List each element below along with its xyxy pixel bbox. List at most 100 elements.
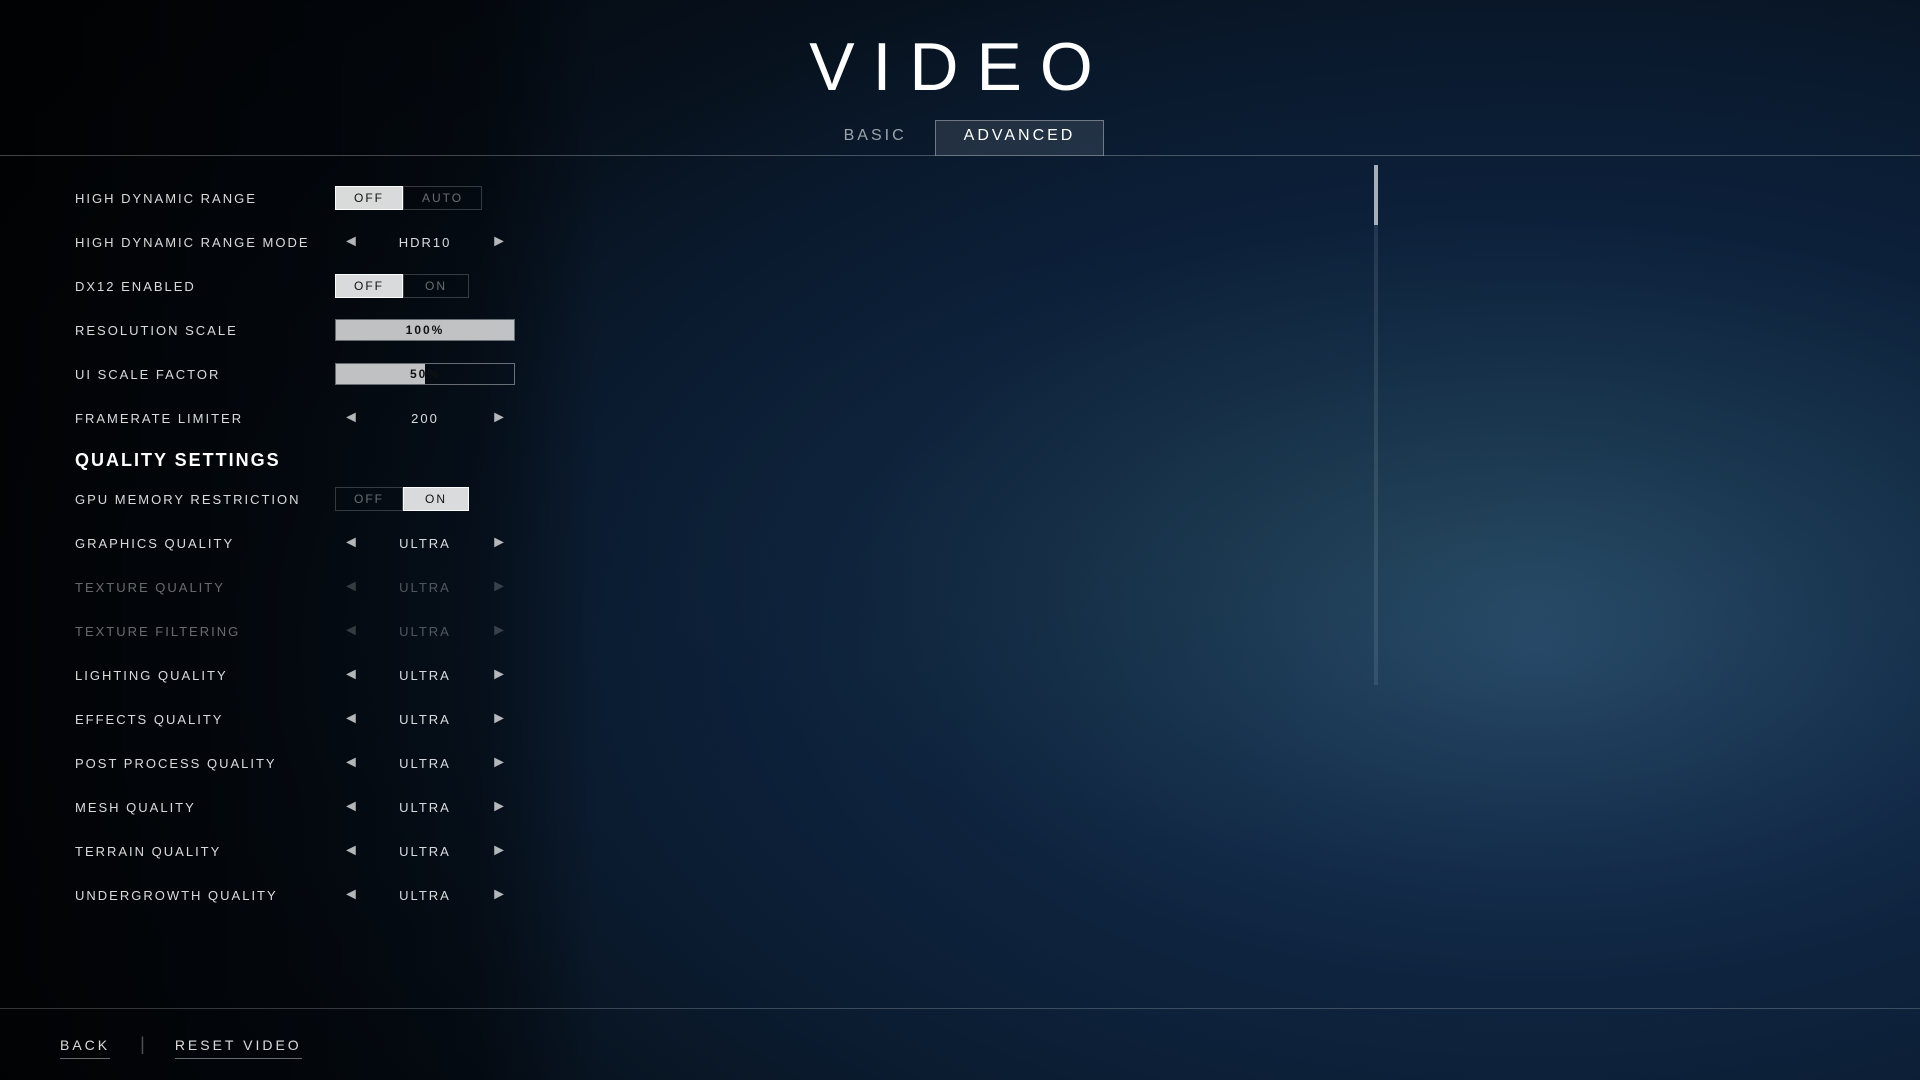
hdr-control: OFF AUTO	[335, 186, 510, 210]
hdr-mode-label: HIGH DYNAMIC RANGE MODE	[75, 235, 335, 250]
setting-undergrowth-quality: UNDERGROWTH QUALITY ◄ ULTRA ►	[75, 873, 510, 917]
effects-quality-selector: ◄ ULTRA ►	[335, 707, 515, 731]
terrain-quality-prev-button[interactable]: ◄	[335, 839, 367, 863]
post-process-quality-label: POST PROCESS QUALITY	[75, 756, 335, 771]
reset-video-button[interactable]: RESET VIDEO	[175, 1031, 302, 1059]
tab-basic[interactable]: BASIC	[816, 121, 935, 155]
setting-hdr: HIGH DYNAMIC RANGE OFF AUTO	[75, 176, 510, 220]
post-process-quality-selector: ◄ ULTRA ►	[335, 751, 515, 775]
gpu-memory-on-button[interactable]: ON	[403, 487, 469, 511]
graphics-quality-next-button[interactable]: ►	[483, 531, 515, 555]
mesh-quality-next-button[interactable]: ►	[483, 795, 515, 819]
undergrowth-quality-control: ◄ ULTRA ►	[335, 883, 515, 907]
setting-post-process-quality: POST PROCESS QUALITY ◄ ULTRA ►	[75, 741, 510, 785]
graphics-quality-label: GRAPHICS QUALITY	[75, 536, 335, 551]
texture-quality-label: TEXTURE QUALITY	[75, 580, 335, 595]
resolution-scale-slider[interactable]: 100%	[335, 319, 515, 341]
graphics-quality-control: ◄ ULTRA ►	[335, 531, 515, 555]
bottom-separator: |	[140, 1034, 145, 1055]
hdr-mode-selector: ◄ HDR10 ►	[335, 230, 515, 254]
setting-framerate-limiter: FRAMERATE LIMITER ◄ 200 ►	[75, 396, 510, 440]
terrain-quality-value: ULTRA	[367, 844, 483, 859]
setting-ui-scale: UI SCALE FACTOR 50%	[75, 352, 510, 396]
terrain-quality-selector: ◄ ULTRA ►	[335, 839, 515, 863]
lighting-quality-selector: ◄ ULTRA ►	[335, 663, 515, 687]
texture-filtering-selector: ◄ ULTRA ►	[335, 619, 515, 643]
setting-texture-quality: TEXTURE QUALITY ◄ ULTRA ►	[75, 565, 510, 609]
texture-filtering-prev-button[interactable]: ◄	[335, 619, 367, 643]
mesh-quality-value: ULTRA	[367, 800, 483, 815]
post-process-quality-value: ULTRA	[367, 756, 483, 771]
resolution-scale-label: RESOLUTION SCALE	[75, 323, 335, 338]
gpu-memory-control: OFF ON	[335, 487, 510, 511]
setting-resolution-scale: RESOLUTION SCALE 100%	[75, 308, 510, 352]
texture-filtering-value: ULTRA	[367, 624, 483, 639]
quality-settings-heading: QUALITY SETTINGS	[75, 440, 510, 477]
framerate-limiter-next-button[interactable]: ►	[483, 406, 515, 430]
undergrowth-quality-next-button[interactable]: ►	[483, 883, 515, 907]
texture-quality-prev-button[interactable]: ◄	[335, 575, 367, 599]
tab-advanced[interactable]: ADVANCED	[935, 120, 1105, 156]
header: VIDEO	[0, 0, 1920, 116]
gpu-memory-off-button[interactable]: OFF	[335, 487, 403, 511]
hdr-mode-value: HDR10	[367, 235, 483, 250]
ui-scale-value: 50%	[336, 367, 514, 381]
lighting-quality-control: ◄ ULTRA ►	[335, 663, 515, 687]
setting-terrain-quality: TERRAIN QUALITY ◄ ULTRA ►	[75, 829, 510, 873]
back-button[interactable]: BACK	[60, 1031, 110, 1059]
texture-quality-control: ◄ ULTRA ►	[335, 575, 515, 599]
post-process-quality-next-button[interactable]: ►	[483, 751, 515, 775]
page-title: VIDEO	[0, 28, 1920, 106]
undergrowth-quality-prev-button[interactable]: ◄	[335, 883, 367, 907]
setting-texture-filtering: TEXTURE FILTERING ◄ ULTRA ►	[75, 609, 510, 653]
lighting-quality-next-button[interactable]: ►	[483, 663, 515, 687]
framerate-limiter-value: 200	[367, 411, 483, 426]
scrollbar-thumb[interactable]	[1374, 165, 1378, 225]
texture-quality-next-button[interactable]: ►	[483, 575, 515, 599]
ui-scale-control: 50%	[335, 363, 515, 385]
ui-scale-label: UI SCALE FACTOR	[75, 367, 335, 382]
dx12-control: OFF ON	[335, 274, 510, 298]
gpu-memory-label: GPU MEMORY RESTRICTION	[75, 492, 335, 507]
texture-quality-selector: ◄ ULTRA ►	[335, 575, 515, 599]
hdr-label: HIGH DYNAMIC RANGE	[75, 191, 335, 206]
effects-quality-label: EFFECTS QUALITY	[75, 712, 335, 727]
texture-filtering-next-button[interactable]: ►	[483, 619, 515, 643]
lighting-quality-prev-button[interactable]: ◄	[335, 663, 367, 687]
setting-lighting-quality: LIGHTING QUALITY ◄ ULTRA ►	[75, 653, 510, 697]
graphics-quality-prev-button[interactable]: ◄	[335, 531, 367, 555]
terrain-quality-next-button[interactable]: ►	[483, 839, 515, 863]
hdr-off-button[interactable]: OFF	[335, 186, 403, 210]
resolution-scale-control: 100%	[335, 319, 515, 341]
effects-quality-next-button[interactable]: ►	[483, 707, 515, 731]
resolution-scale-value: 100%	[336, 323, 514, 337]
dx12-on-button[interactable]: ON	[403, 274, 469, 298]
graphics-quality-selector: ◄ ULTRA ►	[335, 531, 515, 555]
framerate-limiter-label: FRAMERATE LIMITER	[75, 411, 335, 426]
hdr-mode-prev-button[interactable]: ◄	[335, 230, 367, 254]
dx12-off-button[interactable]: OFF	[335, 274, 403, 298]
post-process-quality-prev-button[interactable]: ◄	[335, 751, 367, 775]
setting-gpu-memory: GPU MEMORY RESTRICTION OFF ON	[75, 477, 510, 521]
framerate-limiter-prev-button[interactable]: ◄	[335, 406, 367, 430]
terrain-quality-control: ◄ ULTRA ►	[335, 839, 515, 863]
texture-filtering-label: TEXTURE FILTERING	[75, 624, 335, 639]
texture-filtering-control: ◄ ULTRA ►	[335, 619, 515, 643]
ui-scale-slider[interactable]: 50%	[335, 363, 515, 385]
hdr-auto-button[interactable]: AUTO	[403, 186, 482, 210]
texture-quality-value: ULTRA	[367, 580, 483, 595]
framerate-limiter-selector: ◄ 200 ►	[335, 406, 515, 430]
setting-hdr-mode: HIGH DYNAMIC RANGE MODE ◄ HDR10 ►	[75, 220, 510, 264]
gpu-memory-toggle: OFF ON	[335, 487, 469, 511]
mesh-quality-prev-button[interactable]: ◄	[335, 795, 367, 819]
undergrowth-quality-value: ULTRA	[367, 888, 483, 903]
effects-quality-value: ULTRA	[367, 712, 483, 727]
mesh-quality-control: ◄ ULTRA ►	[335, 795, 515, 819]
scrollbar[interactable]	[1374, 165, 1378, 685]
hdr-mode-next-button[interactable]: ►	[483, 230, 515, 254]
hdr-toggle: OFF AUTO	[335, 186, 482, 210]
mesh-quality-selector: ◄ ULTRA ►	[335, 795, 515, 819]
undergrowth-quality-label: UNDERGROWTH QUALITY	[75, 888, 335, 903]
setting-dx12: DX12 ENABLED OFF ON	[75, 264, 510, 308]
effects-quality-prev-button[interactable]: ◄	[335, 707, 367, 731]
